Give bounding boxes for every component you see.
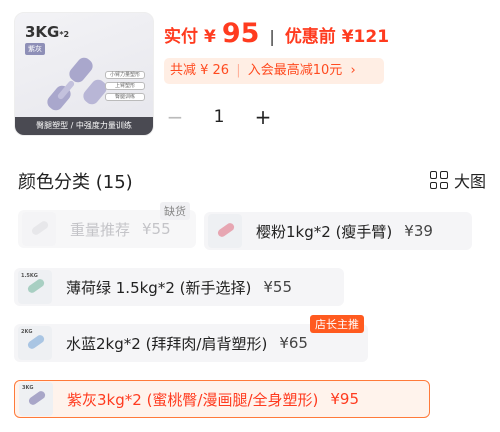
dumbbell-icon	[216, 221, 236, 239]
actual-price-label: 实付	[164, 27, 198, 47]
spec-line: 上臂塑形	[105, 82, 145, 90]
increment-button[interactable]: +	[252, 105, 274, 129]
spec-list: 小臂力量塑形 上臂塑形 臀腿训练	[105, 71, 145, 104]
color-category-title: 颜色分类 (15)	[18, 172, 133, 193]
dumbbell-icon	[26, 333, 46, 351]
chevron-right-icon: ›	[350, 63, 356, 78]
option-price: ¥55	[263, 278, 292, 296]
option-thumbnail: 1.5KG	[18, 270, 52, 304]
product-weight: 3KG*2	[25, 23, 70, 41]
thumb-weight-label: 1.5KG	[21, 273, 38, 279]
option-water-blue[interactable]: 2KG 水蓝2kg*2 (拜拜肉/肩背塑形) ¥65 店长主推	[14, 315, 368, 362]
option-price: ¥55	[142, 220, 171, 238]
decrement-button[interactable]: −	[164, 105, 186, 129]
out-of-stock-badge: 缺货	[160, 202, 190, 220]
price-separator: |	[269, 27, 275, 46]
thumb-weight-label: 3KG	[22, 385, 34, 391]
option-name: 重量推荐	[70, 220, 131, 239]
actual-price: 95	[221, 18, 260, 49]
option-purple-gray[interactable]: 3KG 紫灰3kg*2 (蜜桃臀/漫画腿/全身塑形) ¥95	[14, 380, 430, 418]
large-image-label: 大图	[453, 172, 486, 191]
dumbbell-icon	[30, 219, 50, 237]
total-saved: 共减 ¥ 26	[170, 63, 230, 78]
quantity-stepper[interactable]: − 1 +	[164, 100, 274, 134]
option-name: 水蓝2kg*2 (拜拜肉/肩背塑形)	[66, 334, 268, 353]
option-thumbnail	[208, 214, 242, 248]
image-banner: 臀腿塑型 / 中强度力量训练	[15, 117, 153, 135]
discount-divider: |	[236, 63, 241, 78]
option-name: 薄荷绿 1.5kg*2 (新手选择)	[66, 278, 252, 297]
option-sakura-pink[interactable]: 樱粉1kg*2 (瘦手臂) ¥39	[204, 212, 472, 250]
option-thumbnail: 2KG	[18, 326, 52, 360]
grid-icon	[429, 171, 448, 189]
spec-line: 小臂力量塑形	[105, 71, 145, 79]
option-weight-recommend[interactable]: 重量推荐 ¥55 缺货	[18, 202, 196, 248]
dumbbell-icon	[27, 389, 47, 407]
option-thumbnail	[22, 212, 56, 246]
option-name: 樱粉1kg*2 (瘦手臂)	[256, 222, 393, 241]
option-mint-green[interactable]: 1.5KG 薄荷绿 1.5kg*2 (新手选择) ¥55	[14, 268, 344, 306]
product-image[interactable]: 3KG*2 紫灰 小臂力量塑形 上臂塑形 臀腿训练 臀腿塑型 / 中强度力量训练	[14, 12, 154, 136]
member-offer: 入会最高减10元	[247, 63, 343, 78]
option-thumbnail: 3KG	[19, 382, 53, 416]
spec-line: 臀腿训练	[105, 93, 145, 101]
option-price: ¥65	[279, 334, 308, 352]
original-price: 优惠前 ¥121	[284, 27, 390, 47]
thumb-weight-label: 2KG	[21, 329, 33, 335]
quantity-value[interactable]: 1	[186, 107, 252, 127]
discount-banner[interactable]: 共减 ¥ 26 | 入会最高减10元 ›	[164, 58, 384, 84]
manager-recommend-badge: 店长主推	[310, 315, 364, 333]
option-name: 紫灰3kg*2 (蜜桃臀/漫画腿/全身塑形)	[67, 390, 319, 409]
price-row: 实付 ¥ 95 | 优惠前 ¥121	[164, 18, 389, 49]
large-image-toggle[interactable]: 大图	[429, 168, 486, 192]
option-price: ¥39	[404, 222, 433, 240]
currency-symbol: ¥	[204, 27, 216, 47]
dumbbell-icon	[26, 277, 46, 295]
option-price: ¥95	[330, 390, 360, 408]
